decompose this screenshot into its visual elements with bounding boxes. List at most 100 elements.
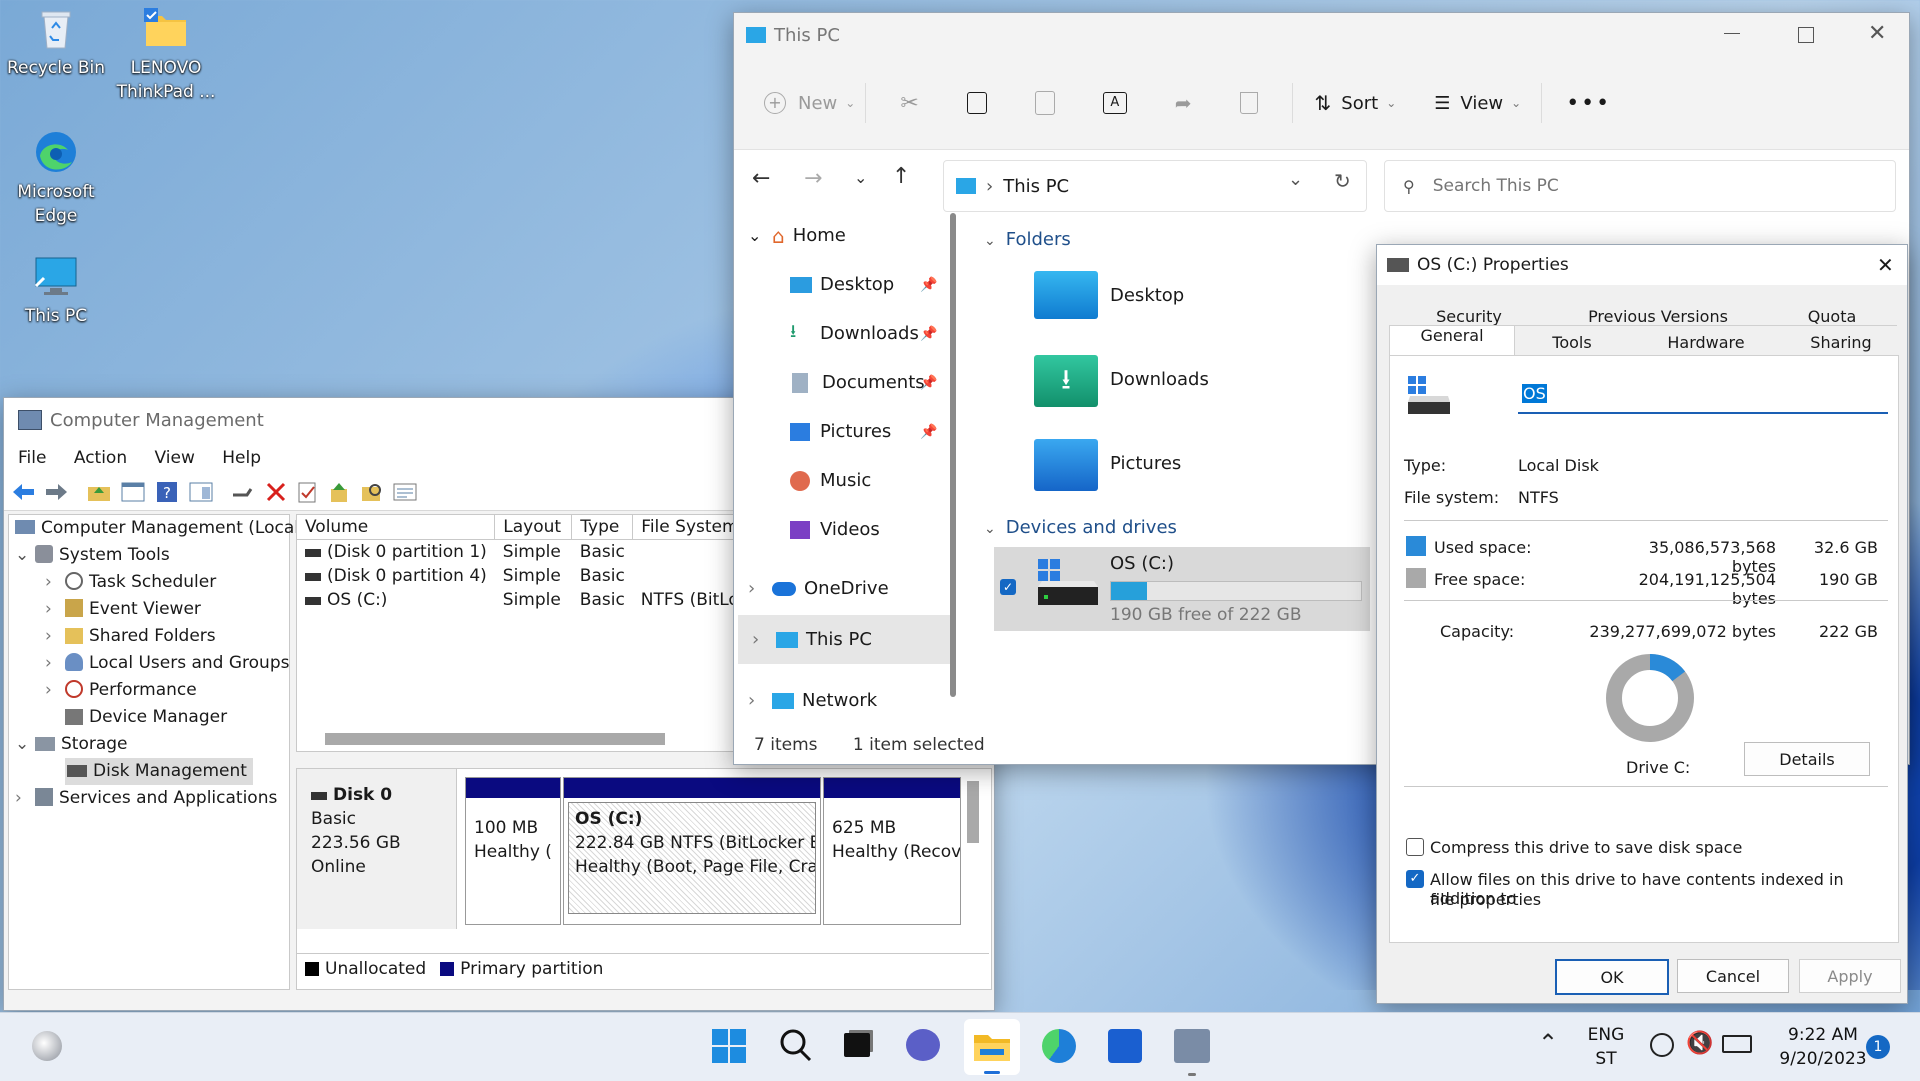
tree-item-disk-management[interactable]: Disk Management <box>9 758 289 785</box>
expand-chevron-icon[interactable]: ⌄ <box>15 542 35 569</box>
nav-network[interactable]: › Network <box>734 676 966 725</box>
expand-chevron-icon[interactable]: ⌄ <box>748 226 772 245</box>
clock[interactable]: 9:22 AM 9/20/2023 <box>1768 1023 1878 1071</box>
column-layout[interactable]: Layout <box>494 515 573 540</box>
desktop-icon-lenovo-folder[interactable]: LENOVO ThinkPad ... <box>116 4 216 104</box>
column-type[interactable]: Type <box>571 515 634 540</box>
paste-icon[interactable] <box>1034 91 1055 115</box>
collapse-chevron-icon[interactable]: › <box>45 596 65 623</box>
selection-checkbox[interactable]: ✓ <box>1000 579 1016 595</box>
network-globe-icon[interactable] <box>1650 1033 1674 1057</box>
tree-item-device-manager[interactable]: Device Manager <box>9 704 289 731</box>
list-view-icon[interactable] <box>392 481 418 503</box>
ok-button[interactable]: OK <box>1555 959 1669 995</box>
collapse-chevron-icon[interactable]: › <box>748 578 772 599</box>
address-dropdown-icon[interactable]: ⌄ <box>1288 169 1303 190</box>
devices-group-header[interactable]: ⌄ Devices and drives <box>984 517 1177 538</box>
volume-label-field[interactable]: OS <box>1518 378 1888 414</box>
delete-icon[interactable] <box>1239 92 1258 114</box>
index-checkbox[interactable]: ✓ <box>1406 870 1424 888</box>
microsoft-store-icon[interactable] <box>1108 1029 1142 1063</box>
collapse-chevron-icon[interactable]: › <box>45 569 65 596</box>
recent-locations-chevron-icon[interactable]: ⌄ <box>854 168 867 187</box>
rename-icon[interactable]: A <box>1102 92 1127 114</box>
edge-taskbar-icon[interactable] <box>1042 1029 1076 1063</box>
maximize-icon[interactable] <box>1798 27 1814 43</box>
forward-arrow-icon[interactable] <box>44 481 70 503</box>
copy-icon[interactable] <box>966 92 987 114</box>
tab-hardware[interactable]: Hardware <box>1627 333 1785 352</box>
search-input[interactable] <box>1430 175 1855 197</box>
show-hide-tree-icon[interactable] <box>120 481 146 503</box>
folder-downloads[interactable]: ⭳ Downloads <box>1034 355 1209 407</box>
minimize-icon[interactable] <box>1724 33 1740 34</box>
partition-os[interactable]: OS (C:) 222.84 GB NTFS (BitLocker En Hea… <box>563 777 821 925</box>
folder-pictures[interactable]: Pictures <box>1034 439 1181 491</box>
tree-item-services-applications[interactable]: › Services and Applications <box>9 785 289 812</box>
new-button[interactable]: + New ⌄ <box>764 92 855 114</box>
folder-desktop[interactable]: Desktop <box>1034 271 1184 319</box>
close-icon[interactable]: ✕ <box>1868 21 1886 46</box>
check-document-icon[interactable] <box>296 481 320 503</box>
tree-item-event-viewer[interactable]: › Event Viewer <box>9 596 289 623</box>
collapse-chevron-icon[interactable]: › <box>45 623 65 650</box>
battery-charging-icon[interactable] <box>1722 1035 1752 1053</box>
collapse-chevron-icon[interactable]: › <box>45 677 65 704</box>
refresh-icon[interactable]: ↻ <box>1334 169 1351 193</box>
desktop-icon-edge[interactable]: Microsoft Edge <box>6 128 106 228</box>
file-explorer-taskbar-icon[interactable] <box>964 1019 1020 1075</box>
close-icon[interactable]: ✕ <box>1877 253 1894 277</box>
nav-downloads[interactable]: ⭳ Downloads 📌 <box>734 309 966 358</box>
chat-icon[interactable] <box>906 1029 940 1061</box>
volume-muted-icon[interactable]: 🔇 <box>1686 1031 1713 1056</box>
tab-general[interactable]: General <box>1389 325 1515 356</box>
search-folder-icon[interactable] <box>360 481 384 503</box>
show-hidden-icons-chevron-icon[interactable]: ⌃ <box>1538 1029 1558 1057</box>
cut-icon[interactable]: ✂ <box>900 91 918 116</box>
back-icon[interactable]: ← <box>752 166 770 191</box>
delete-x-icon[interactable] <box>264 481 288 503</box>
tab-tools[interactable]: Tools <box>1517 333 1627 352</box>
folders-group-header[interactable]: ⌄ Folders <box>984 229 1071 250</box>
nav-music[interactable]: Music <box>734 456 966 505</box>
more-options-icon[interactable]: ••• <box>1566 91 1611 116</box>
cancel-button[interactable]: Cancel <box>1677 959 1789 993</box>
tree-item-storage[interactable]: ⌄ Storage <box>9 731 289 758</box>
tree-item-system-tools[interactable]: ⌄ System Tools <box>9 542 289 569</box>
expand-chevron-icon[interactable]: ⌄ <box>15 731 35 758</box>
desktop-icon-recycle-bin[interactable]: Recycle Bin <box>6 4 106 80</box>
menu-view[interactable]: View <box>155 448 195 468</box>
collapse-chevron-icon[interactable]: › <box>15 785 35 812</box>
menu-action[interactable]: Action <box>74 448 127 468</box>
nav-onedrive[interactable]: › OneDrive <box>734 564 966 613</box>
view-button[interactable]: ☰ View ⌄ <box>1434 93 1521 114</box>
widgets-icon[interactable] <box>32 1031 62 1061</box>
back-arrow-icon[interactable] <box>10 481 36 503</box>
connect-icon[interactable] <box>230 481 256 503</box>
tab-sharing[interactable]: Sharing <box>1785 333 1897 352</box>
menu-help[interactable]: Help <box>222 448 261 468</box>
vertical-scrollbar-thumb[interactable] <box>967 781 979 843</box>
sort-button[interactable]: ⇅ Sort ⌄ <box>1315 91 1397 115</box>
up-arrow-document-icon[interactable] <box>328 481 352 503</box>
start-icon[interactable] <box>712 1029 746 1063</box>
nav-videos[interactable]: Videos <box>734 505 966 554</box>
search-box[interactable]: ⚲ <box>1384 160 1896 212</box>
partition-1[interactable]: 100 MB Healthy ( <box>465 777 561 925</box>
menu-file[interactable]: File <box>18 448 46 468</box>
horizontal-scrollbar-thumb[interactable] <box>325 733 665 745</box>
drive-os-c-tile[interactable]: ✓ OS (C:) 190 GB free of 222 GB <box>994 547 1370 631</box>
explorer-titlebar[interactable]: This PC ✕ <box>734 13 1909 57</box>
nav-pictures[interactable]: Pictures 📌 <box>734 407 966 456</box>
tree-item-shared-folders[interactable]: › Shared Folders <box>9 623 289 650</box>
task-view-icon[interactable] <box>844 1033 870 1057</box>
notification-badge[interactable]: 1 <box>1866 1035 1890 1059</box>
details-button[interactable]: Details <box>1744 742 1870 776</box>
properties-titlebar[interactable]: OS (C:) Properties ✕ <box>1377 245 1907 285</box>
apply-button[interactable]: Apply <box>1799 959 1901 993</box>
up-icon[interactable]: ↑ <box>892 164 910 189</box>
nav-home[interactable]: ⌄ ⌂ Home <box>734 211 966 260</box>
search-taskbar-icon[interactable] <box>778 1027 812 1068</box>
collapse-chevron-icon[interactable]: › <box>45 650 65 677</box>
tab-security[interactable]: Security <box>1391 307 1547 326</box>
